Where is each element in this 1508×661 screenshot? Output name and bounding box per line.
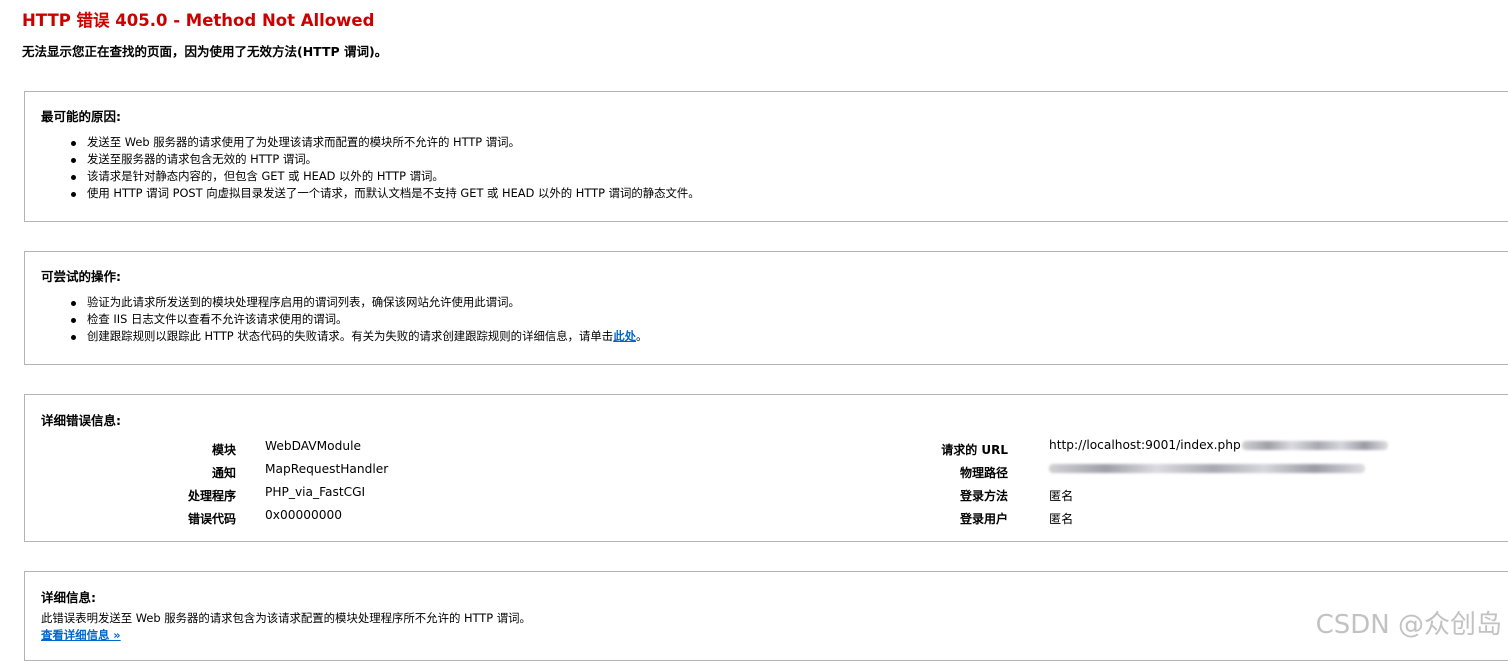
error-info-heading: 详细错误信息: — [41, 413, 121, 428]
list-item: 发送至服务器的请求包含无效的 HTTP 谓词。 — [70, 151, 700, 168]
handler-label: 处理程序 — [187, 489, 236, 503]
request-url-text: http://localhost:9001/index.php — [1049, 438, 1241, 452]
error-subtitle: 无法显示您正在查找的页面，因为使用了无效方法(HTTP 谓词)。 — [22, 44, 388, 59]
causes-heading: 最可能的原因: — [41, 109, 121, 124]
handler-value: PHP_via_FastCGI — [265, 485, 366, 499]
list-item-text: 创建跟踪规则以跟踪此 HTTP 状态代码的失败请求。有关为失败的请求创建跟踪规则… — [87, 329, 614, 343]
causes-list: 发送至 Web 服务器的请求使用了为处理该请求而配置的模块所不允许的 HTTP … — [70, 134, 700, 202]
physical-path-value — [1049, 461, 1365, 475]
causes-section: 最可能的原因: 发送至 Web 服务器的请求使用了为处理该请求而配置的模块所不允… — [24, 91, 1508, 222]
module-label: 模块 — [211, 443, 236, 457]
error-title: HTTP 错误 405.0 - Method Not Allowed — [22, 11, 375, 30]
details-text: 此错误表明发送至 Web 服务器的请求包含为该请求配置的模块处理程序所不允许的 … — [41, 611, 531, 625]
notification-value: MapRequestHandler — [265, 462, 389, 476]
list-item: 该请求是针对静态内容的，但包含 GET 或 HEAD 以外的 HTTP 谓词。 — [70, 168, 700, 185]
logon-user-value: 匿名 — [1049, 512, 1074, 526]
logon-method-value: 匿名 — [1049, 489, 1074, 503]
list-item: 验证为此请求所发送到的模块处理程序启用的谓词列表，确保该网站允许使用此谓词。 — [70, 294, 647, 311]
error-code-value: 0x00000000 — [265, 508, 342, 522]
actions-list: 验证为此请求所发送到的模块处理程序启用的谓词列表，确保该网站允许使用此谓词。 检… — [70, 294, 647, 345]
list-item: 检查 IIS 日志文件以查看不允许该请求使用的谓词。 — [70, 311, 647, 328]
error-code-label: 错误代码 — [187, 512, 236, 526]
logon-user-label: 登录用户 — [959, 512, 1008, 526]
notification-label: 通知 — [211, 466, 236, 480]
redacted-path — [1049, 464, 1365, 473]
redacted-url-part — [1241, 441, 1388, 450]
list-item: 使用 HTTP 谓词 POST 向虚拟目录发送了一个请求，而默认文档是不支持 G… — [70, 185, 700, 202]
details-section: 详细信息: 此错误表明发送至 Web 服务器的请求包含为该请求配置的模块处理程序… — [24, 571, 1508, 661]
trace-rules-link[interactable]: 此处 — [613, 329, 636, 343]
list-item: 发送至 Web 服务器的请求使用了为处理该请求而配置的模块所不允许的 HTTP … — [70, 134, 700, 151]
details-heading: 详细信息: — [41, 590, 96, 605]
list-item: 创建跟踪规则以跟踪此 HTTP 状态代码的失败请求。有关为失败的请求创建跟踪规则… — [70, 328, 647, 345]
actions-section: 可尝试的操作: 验证为此请求所发送到的模块处理程序启用的谓词列表，确保该网站允许… — [24, 251, 1508, 365]
actions-heading: 可尝试的操作: — [41, 269, 121, 284]
view-details-link[interactable]: 查看详细信息 » — [41, 627, 121, 643]
request-url-value: http://localhost:9001/index.php — [1049, 438, 1388, 452]
watermark: CSDN @众创岛 — [1315, 610, 1502, 640]
error-info-section: 详细错误信息: 模块 WebDAVModule 通知 MapRequestHan… — [24, 394, 1508, 542]
module-value: WebDAVModule — [265, 439, 361, 453]
list-item-suffix: 。 — [636, 329, 648, 343]
physical-path-label: 物理路径 — [959, 466, 1008, 480]
request-url-label: 请求的 URL — [941, 443, 1008, 457]
logon-method-label: 登录方法 — [959, 489, 1008, 503]
